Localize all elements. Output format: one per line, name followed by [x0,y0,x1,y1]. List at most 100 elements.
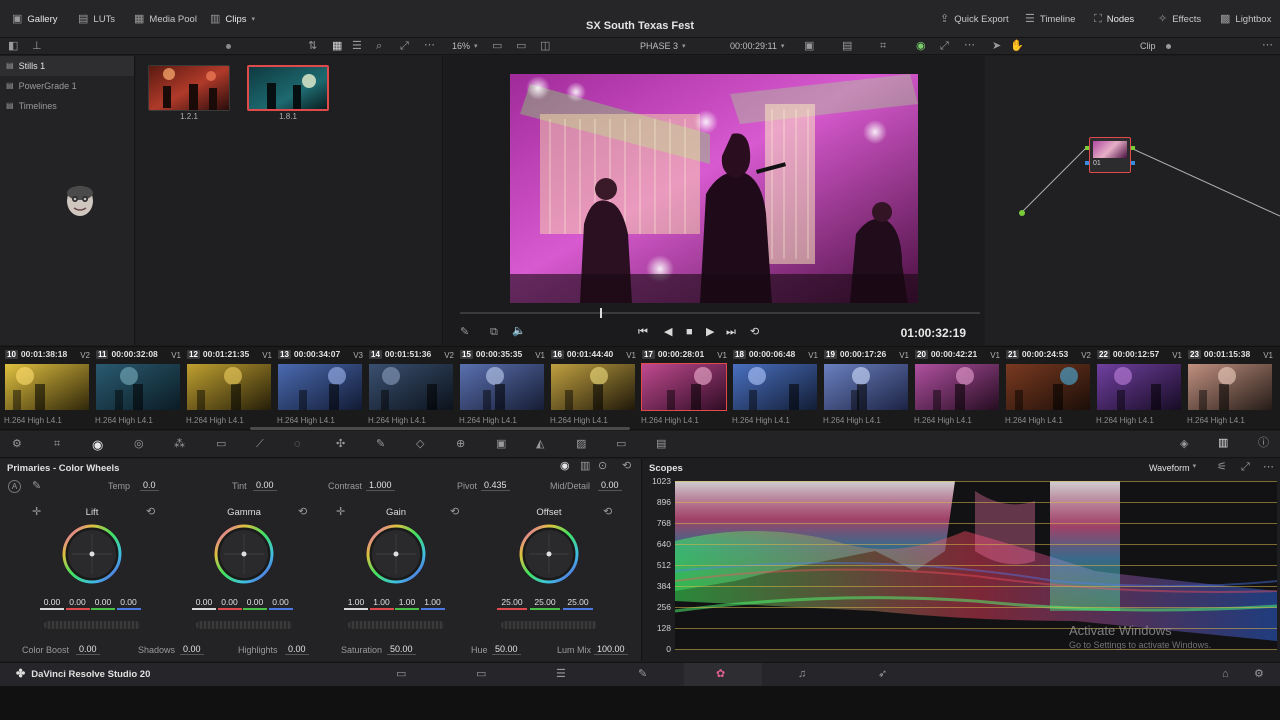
zoom-dropdown[interactable]: 16% ▾ [452,41,478,51]
wheel-value[interactable]: 0.00 [268,597,293,610]
timeline-clip[interactable]: 16 00:01:44:40 V1 H.264 High L4.1 [546,347,637,431]
timeline-clip[interactable]: 21 00:00:24:53 V2 H.264 High L4.1 [1001,347,1092,431]
cut-page-icon[interactable]: ▭ [476,669,486,680]
compare-icon[interactable]: ◫ [540,41,550,52]
wheel-value[interactable]: 1.00 [420,597,445,610]
node-output-blue[interactable] [1131,161,1135,165]
gallery-button[interactable]: ▣ Gallery [12,14,58,26]
wheel-value[interactable]: 25.00 [497,597,527,610]
camera-raw-icon[interactable]: ⚙ [12,439,22,450]
luts-button[interactable]: ▤ LUTs [78,14,115,26]
master-wheel-jog[interactable] [196,621,292,629]
color-wheel[interactable] [364,522,428,586]
wheel-value[interactable]: 25.00 [530,597,560,610]
skip-start-icon[interactable]: ⏮ [638,327,648,338]
clip-strip-scrollbar[interactable] [250,427,630,430]
wheel-value[interactable]: 1.00 [395,597,419,610]
scope-expand-icon[interactable]: ⤢ [1241,462,1250,473]
wheel-value[interactable]: 0.00 [65,597,90,610]
play-reverse-icon[interactable]: ◀ [664,327,672,338]
layers-icon[interactable]: ⧉ [490,327,498,338]
tint-field[interactable]: 0.00 [253,480,277,491]
fusion-page-icon[interactable]: ✎ [638,669,647,680]
color-warper-icon[interactable]: ◌ [294,439,301,450]
wheel-value[interactable]: 1.00 [369,597,394,610]
expand-icon[interactable]: ⤢ [400,41,409,52]
hand-icon[interactable]: ✋ [1010,41,1024,52]
hue-field[interactable]: 50.00 [492,644,521,655]
wheel-value[interactable]: 0.00 [91,597,115,610]
timeline-clip[interactable]: 13 00:00:34:07 V3 H.264 High L4.1 [273,347,364,431]
phase-dropdown[interactable]: PHASE 3 ▾ [640,41,686,51]
thumbnail-size-slider[interactable] [226,44,231,49]
wheel-value[interactable]: 0.00 [40,597,64,610]
color-wheels-icon[interactable]: ◉ [92,438,103,451]
pivot-field[interactable]: 0.435 [481,480,510,491]
timeline-clip[interactable]: 14 00:01:51:36 V2 H.264 High L4.1 [364,347,455,431]
temp-field[interactable]: 0.0 [140,480,159,491]
loop-icon[interactable]: ⟲ [750,327,759,338]
timeline-clip[interactable]: 20 00:00:42:21 V1 H.264 High L4.1 [910,347,1001,431]
master-wheel-jog[interactable] [501,621,597,629]
color-picker-icon[interactable]: ◉ [916,41,926,52]
color-wheel[interactable] [60,522,124,586]
sidebar-item-timelines[interactable]: ▤ Timelines [0,96,134,116]
wheels-mode-icon[interactable]: ◉ [560,461,570,472]
fairlight-page-icon[interactable]: ♫ [798,669,806,680]
settings-icon[interactable]: ⚙ [1254,669,1264,680]
node-input-green[interactable] [1085,146,1089,150]
media-page-icon[interactable]: ▭ [396,669,406,680]
crosshair-icon[interactable]: ✛ [32,507,41,518]
deliver-page-icon[interactable]: ➶ [878,669,887,680]
lightbox-toggle-icon[interactable]: ◈ [1180,439,1188,450]
list-view-icon[interactable]: ☰ [352,41,362,52]
timeline-clip[interactable]: 10 00:01:38:18 V2 H.264 High L4.1 [0,347,91,431]
scope-settings-icon[interactable]: ⚟ [1217,462,1227,473]
wheel-reset-icon[interactable]: ⟲ [603,507,612,518]
picker-icon[interactable]: ✎ [32,481,41,492]
viewer-mode-icon[interactable]: ▣ [804,41,814,52]
color-wheel[interactable] [517,522,581,586]
master-wheel-jog[interactable] [348,621,444,629]
skip-end-icon[interactable]: ⏭ [726,327,736,338]
timeline-clip[interactable]: 22 00:00:12:57 V1 H.264 High L4.1 [1092,347,1183,431]
timeline-clip[interactable]: 18 00:00:06:48 V1 H.264 High L4.1 [728,347,819,431]
eyedropper-icon[interactable]: ✎ [376,439,385,450]
hdr-icon[interactable]: ◎ [134,439,144,450]
reset-icon[interactable]: ⟲ [622,461,631,472]
edit-page-icon[interactable]: ☰ [556,669,566,680]
stop-icon[interactable]: ■ [686,327,693,338]
home-icon[interactable]: ⌂ [1222,669,1229,680]
color-match-icon[interactable]: ⌗ [54,439,60,450]
tracker-icon[interactable]: ⊕ [456,439,465,450]
color-page-icon[interactable]: ✿ [716,669,725,680]
sidebar-item-powergrade[interactable]: ▤ PowerGrade 1 [0,76,134,96]
source-timecode[interactable]: 00:00:29:11 ▾ [730,41,784,51]
node-output-green[interactable] [1131,146,1135,150]
nodes-button[interactable]: ⛶ Nodes [1094,14,1134,26]
window-icon[interactable]: ◇ [416,439,424,450]
key-icon[interactable]: ▨ [576,439,586,450]
wheel-value[interactable]: 0.00 [116,597,141,610]
contrast-field[interactable]: 1.000 [366,480,395,491]
node-01[interactable]: 01 [1089,137,1131,173]
wheel-reset-icon[interactable]: ⟲ [298,507,307,518]
more-icon[interactable]: ⋯ [424,40,435,51]
wheel-value[interactable]: 0.00 [217,597,242,610]
fullscreen-icon[interactable]: ⤢ [940,41,949,52]
highlight-icon[interactable]: ▤ [842,41,852,52]
timeline-clip[interactable]: 23 00:01:15:38 V1 H.264 High L4.1 [1183,347,1274,431]
transform-icon[interactable]: ⌗ [880,41,886,52]
wheel-reset-icon[interactable]: ⟲ [146,507,155,518]
pointer-icon[interactable]: ➤ [992,41,1001,52]
sizing-icon[interactable]: ▭ [616,439,626,450]
mid-detail-field[interactable]: 0.00 [598,480,622,491]
curves-icon[interactable]: ⟋ [256,439,264,450]
timeline-clip[interactable]: 11 00:00:32:08 V1 H.264 High L4.1 [91,347,182,431]
lightbox-button[interactable]: ▩ Lightbox [1220,14,1271,26]
eyedropper-icon[interactable]: ✎ [460,327,469,338]
bars-mode-icon[interactable]: ▥ [580,461,590,472]
playhead[interactable] [600,308,602,318]
clips-button[interactable]: ▥ Clips ▾ [210,14,255,26]
blur-icon[interactable]: ◭ [536,439,544,450]
